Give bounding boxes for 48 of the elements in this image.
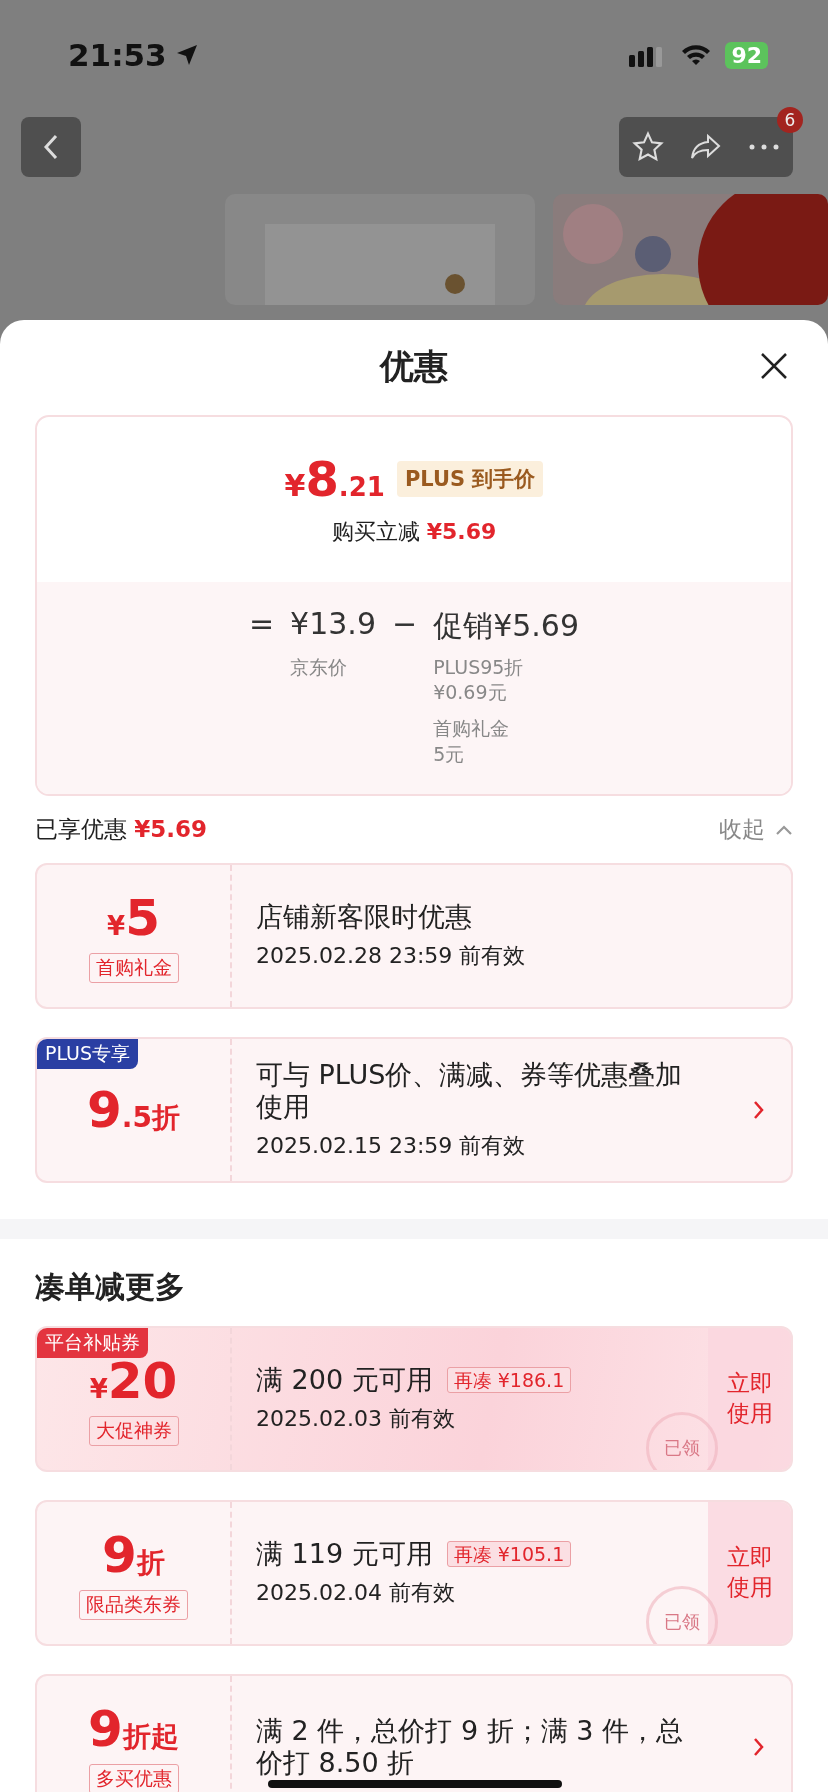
collapse-toggle[interactable]: 收起 [719, 814, 793, 845]
chevron-right-icon[interactable] [753, 1099, 765, 1121]
instant-saving: 购买立减 ¥5.69 [331, 518, 497, 547]
coupon-validity: 2025.02.28 23:59 前有效 [256, 942, 527, 971]
coupon-validity: 2025.02.04 前有效 [256, 1579, 456, 1608]
coupon-label: 多买优惠 [88, 1764, 179, 1792]
coupon-value: 9折起 [88, 1700, 179, 1758]
battery-level: 92 [725, 41, 768, 69]
coupon-validity: 2025.02.03 前有效 [256, 1405, 456, 1434]
star-icon [632, 131, 664, 163]
chevron-right-icon[interactable] [753, 1736, 765, 1758]
coupon-title: 满 200 元可用 [256, 1363, 433, 1397]
coupon-value: 9.5折 [87, 1081, 180, 1139]
promo-amount: 促销¥5.69 [433, 606, 580, 645]
coupon-tag: PLUS专享 [37, 1039, 139, 1069]
coupon-title: 满 2 件，总价打 9 折；满 3 件，总价打 8.50 折 [256, 1714, 685, 1780]
equals-sign: = [248, 605, 275, 643]
coupon-label: 大促神券 [88, 1416, 179, 1446]
coupon-value: 9折 [102, 1526, 165, 1584]
share-icon [690, 133, 722, 161]
coupon-title: 店铺新客限时优惠 [256, 900, 472, 934]
back-button[interactable] [21, 117, 81, 177]
notification-badge: 6 [777, 107, 803, 133]
promo-detail: 首购礼金 5元 [433, 715, 511, 767]
shortfall-tag: 再凑 ¥105.1 [446, 1540, 572, 1568]
wifi-icon [681, 43, 712, 67]
sheet-title: 优惠 [380, 345, 448, 389]
status-time: 21:53 [68, 37, 167, 73]
coupon-title: 满 119 元可用 [256, 1537, 433, 1571]
coupon-label: 限品类东券 [79, 1590, 188, 1620]
section-heading: 凑单减更多 [34, 1268, 186, 1306]
coupon-validity: 2025.02.15 23:59 前有效 [256, 1132, 527, 1161]
shortfall-tag: 再凑 ¥186.1 [446, 1366, 572, 1394]
minus-sign: − [392, 605, 418, 643]
more-icon [749, 144, 779, 150]
use-now-button[interactable]: 立即使用 [708, 1328, 791, 1470]
coupon-tag: 平台补贴券 [37, 1328, 148, 1358]
base-price: ¥13.9 [290, 605, 376, 643]
use-now-button[interactable]: 立即使用 [708, 1502, 791, 1644]
back-icon [43, 133, 59, 161]
coupon-value: ¥5 [107, 889, 160, 947]
coupon-title: 可与 PLUS价、满减、券等优惠叠加使用 [256, 1058, 684, 1124]
promo-detail: PLUS95折 ¥0.69元 [433, 654, 525, 706]
enjoyed-discount: 已享优惠 ¥5.69 [35, 815, 208, 844]
base-price-label: 京东价 [290, 654, 349, 680]
final-price: ¥8.21 [284, 451, 385, 508]
plus-price-tag: PLUS 到手价 [396, 461, 544, 498]
coupon-label: 首购礼金 [88, 953, 179, 983]
